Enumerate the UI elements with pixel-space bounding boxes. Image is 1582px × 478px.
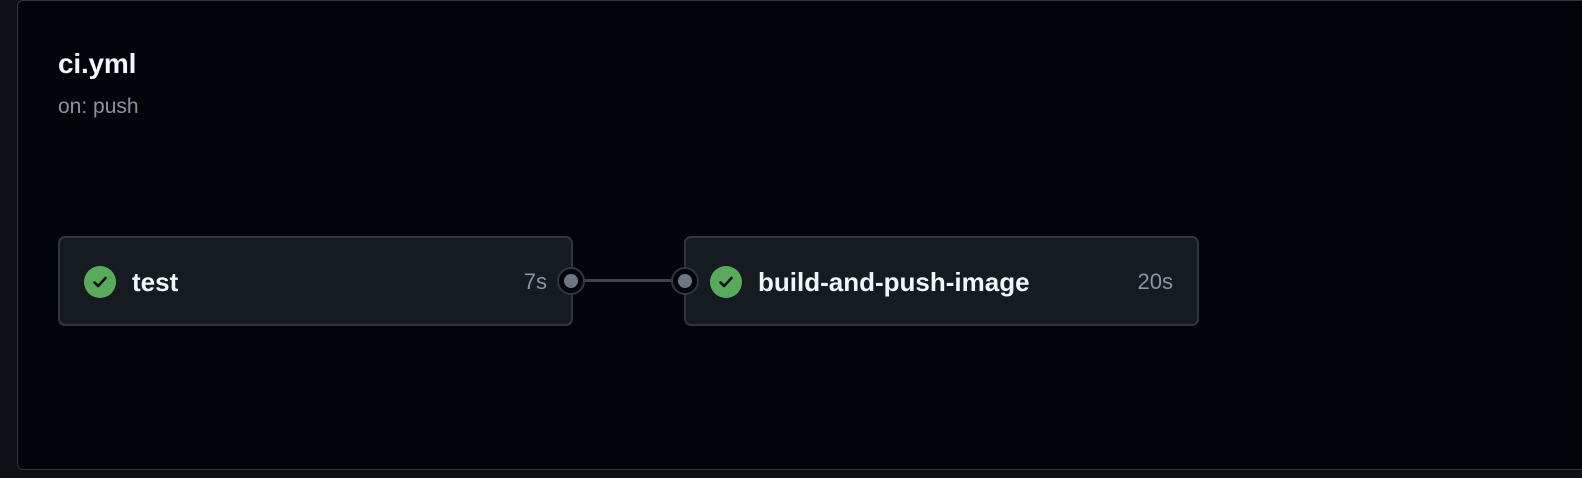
job-card-test[interactable]: test 7s xyxy=(58,236,573,326)
workflow-trigger: on: push xyxy=(58,95,139,118)
job-output-port xyxy=(557,267,585,295)
job-dependency-connector xyxy=(574,279,684,282)
job-name: build-and-push-image xyxy=(758,267,1030,297)
check-circle-icon xyxy=(710,266,742,298)
job-name: test xyxy=(132,267,179,297)
job-input-port xyxy=(671,267,699,295)
job-duration: 7s xyxy=(523,269,547,294)
workflow-title: ci.yml xyxy=(58,48,137,79)
job-card-build-and-push-image[interactable]: build-and-push-image 20s xyxy=(684,236,1199,326)
job-duration: 20s xyxy=(1137,269,1173,294)
workflow-graph-panel xyxy=(17,0,1582,470)
check-circle-icon xyxy=(84,266,116,298)
